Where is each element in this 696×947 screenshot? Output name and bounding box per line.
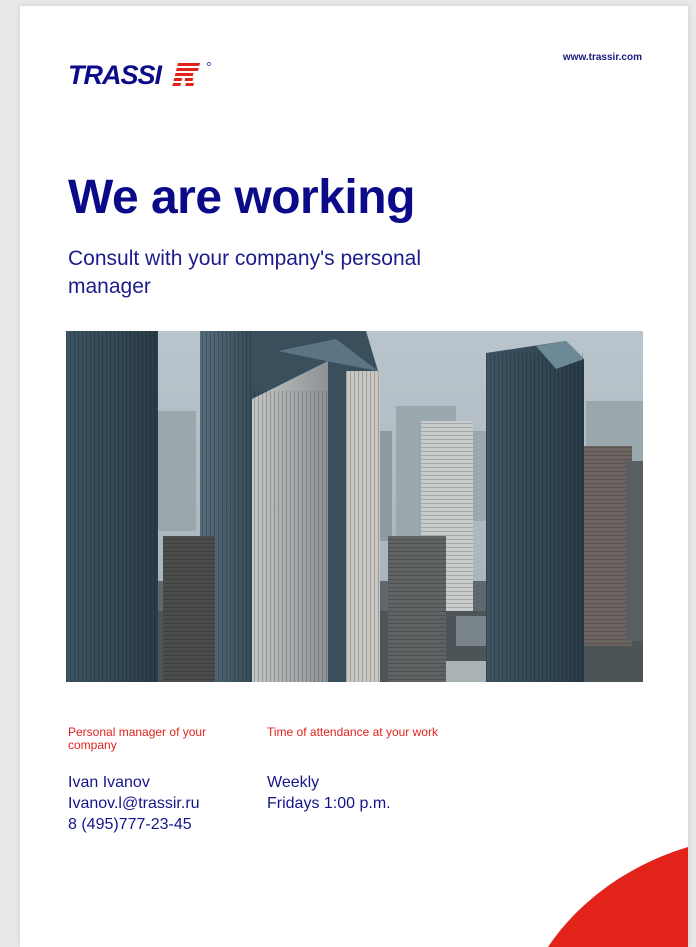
manager-name: Ivan Ivanov [68, 774, 150, 791]
manager-phone[interactable]: 8 (495)777-23-45 [68, 814, 248, 835]
manager-info: Personal manager of your company Ivan Iv… [68, 726, 248, 835]
manager-email[interactable]: Ivanov.l@trassir.ru [68, 793, 248, 814]
headline: We are working [68, 171, 415, 224]
red-corner-shape [548, 847, 688, 947]
attendance-label: Time of attendance at your work [267, 725, 438, 739]
poster-page: TRASSI www.trassir.com We are working Co… [20, 6, 688, 947]
subtitle: Consult with your company's personal man… [68, 247, 422, 298]
manager-label: Personal manager of your company [68, 725, 207, 752]
svg-text:TRASSI: TRASSI [68, 60, 163, 90]
trassir-logo: TRASSI [68, 60, 211, 90]
attendance-info: Time of attendance at your work Weekly F… [267, 726, 457, 814]
attendance-time: Fridays 1:00 p.m. [267, 795, 391, 812]
website-link[interactable]: www.trassir.com [563, 52, 642, 63]
city-skyline-photo [66, 331, 643, 682]
attendance-frequency: Weekly [267, 774, 320, 791]
